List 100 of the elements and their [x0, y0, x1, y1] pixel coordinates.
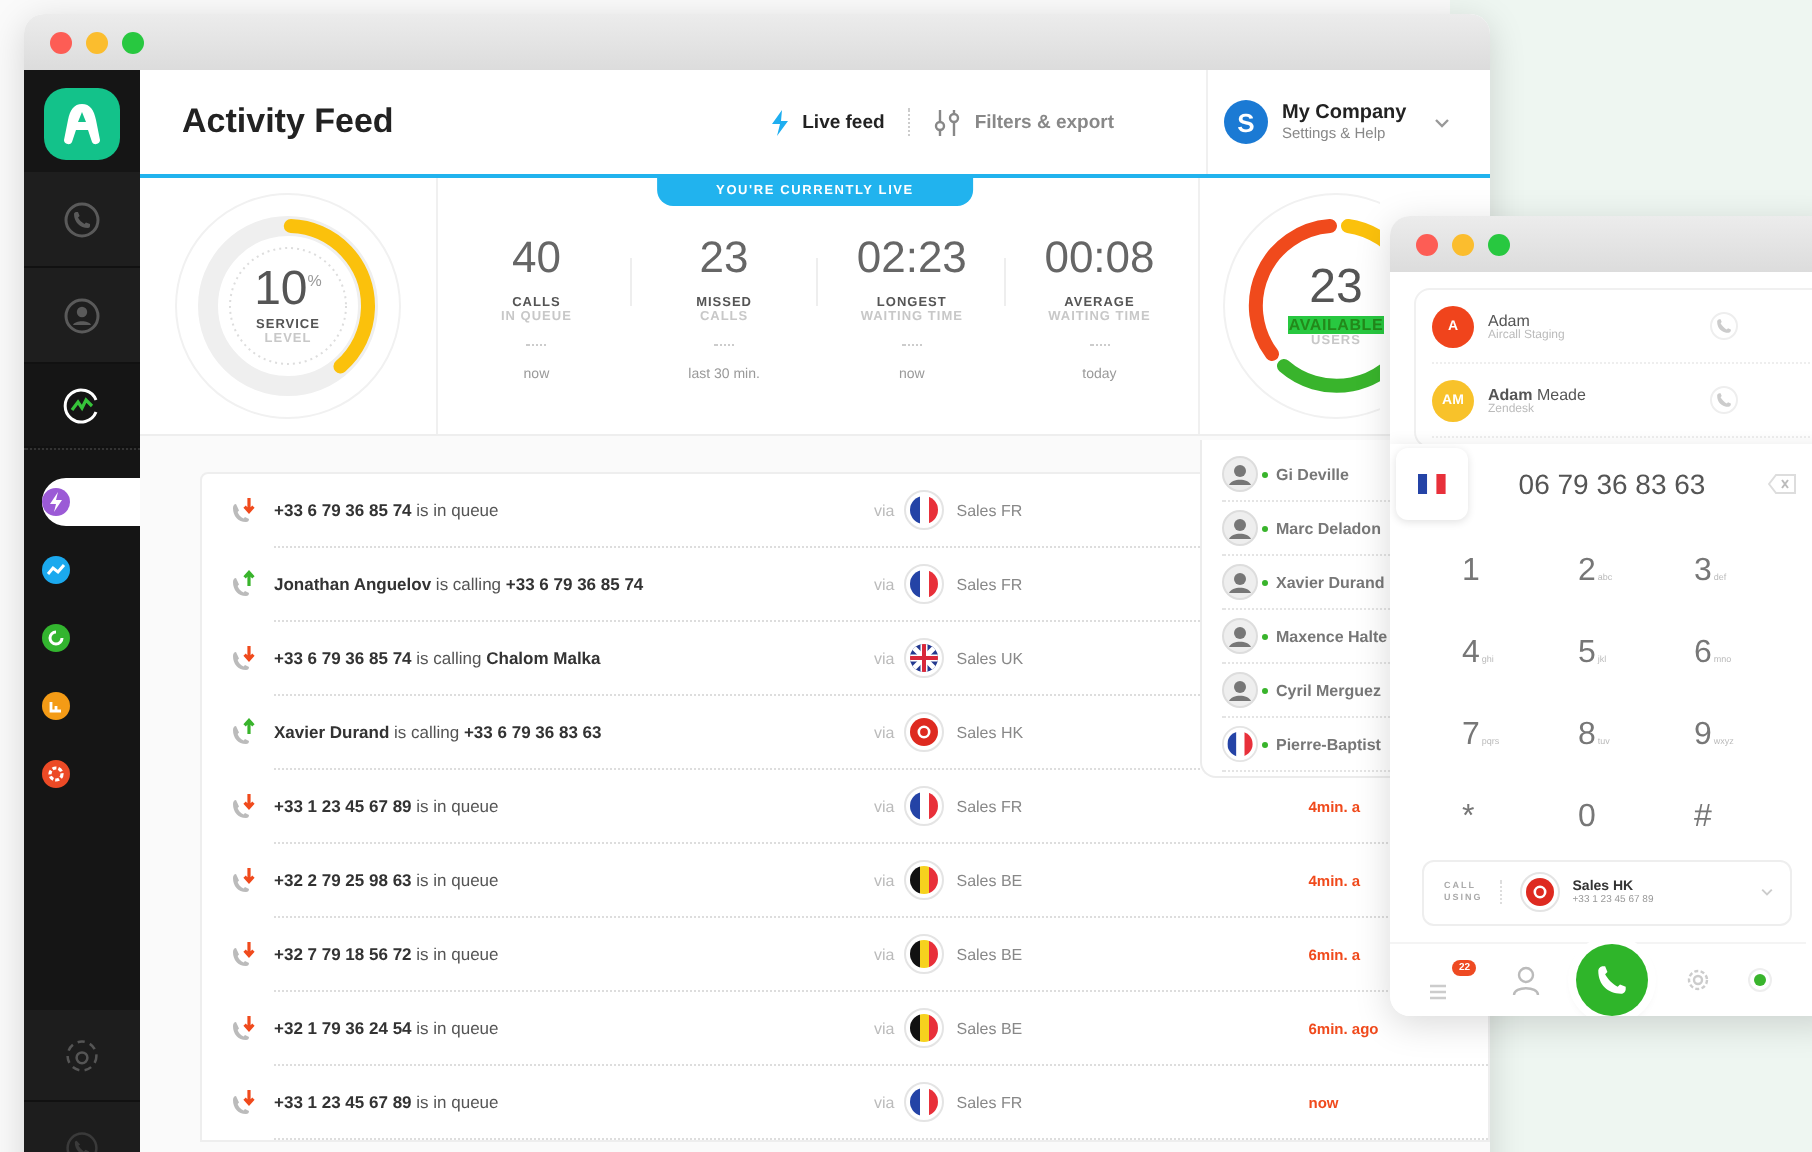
keypad-key[interactable]: 0: [1550, 787, 1666, 852]
flag-icon: [1520, 872, 1561, 913]
feed-message: +32 2 79 25 98 63 is in queue: [274, 870, 501, 890]
team-name: Sales FR: [956, 575, 1023, 593]
team-button[interactable]: [24, 1010, 140, 1102]
flag-icon: [904, 564, 945, 604]
online-status-icon: [1262, 579, 1268, 585]
filters-tab[interactable]: Filters & export: [934, 109, 1114, 135]
maximize-button[interactable]: [1488, 233, 1510, 255]
minimize-button[interactable]: [86, 31, 108, 53]
incoming-call-icon: [230, 866, 258, 894]
keypad-key[interactable]: #: [1666, 787, 1782, 852]
section-button[interactable]: [42, 478, 140, 526]
maximize-button[interactable]: [122, 31, 144, 53]
clear-button[interactable]: [1768, 469, 1796, 500]
incoming-call-icon: [230, 940, 258, 968]
settings-button[interactable]: [1684, 966, 1712, 994]
stat-value: 02:23: [856, 231, 967, 283]
keypad-key[interactable]: *: [1434, 787, 1550, 852]
contacts-button[interactable]: [1512, 965, 1540, 995]
minimize-button[interactable]: [1452, 233, 1474, 255]
user-avatar: [1222, 564, 1258, 600]
via-label: via: [874, 1093, 895, 1111]
stat-label: AVAILABLE: [1288, 316, 1384, 334]
user-name[interactable]: Gi Deville: [1276, 465, 1349, 483]
availability-status-button[interactable]: [1748, 968, 1772, 992]
feed-message: +33 1 23 45 67 89 is in queue: [274, 796, 501, 816]
user-name[interactable]: Maxence Halte: [1276, 627, 1388, 645]
team-name: Sales FR: [956, 797, 1023, 815]
user-avatar: [1222, 618, 1258, 654]
activity-icon: [62, 385, 102, 425]
user-icon: [62, 295, 102, 335]
online-status-icon: [1262, 741, 1268, 747]
flag-icon: [904, 490, 945, 530]
feed-message: +32 1 79 36 24 54 is in queue: [274, 1018, 501, 1038]
person-icon: [1512, 965, 1540, 995]
chevron-down-icon: [1434, 117, 1450, 127]
user-name[interactable]: Pierre-Baptist: [1276, 735, 1381, 753]
user-name[interactable]: Marc Deladon: [1276, 519, 1381, 537]
flag-icon: [904, 934, 945, 974]
available-users-value: 23: [1309, 264, 1363, 312]
team-name: Sales BE: [956, 871, 1023, 889]
contact-name[interactable]: Adam Meade: [1488, 385, 1696, 403]
flag-icon: [904, 638, 945, 678]
feed-message: +32 7 79 18 56 72 is in queue: [274, 944, 501, 964]
flag-icon: [904, 860, 945, 900]
feed-message: Jonathan Anguelov is calling +33 6 79 36 85 74: [274, 574, 646, 594]
lightning-icon: [770, 109, 791, 135]
page-title: Activity Feed: [182, 102, 396, 142]
dialed-number: 06 79 36 83 63: [1516, 468, 1708, 501]
stat-value: 00:08: [1044, 231, 1155, 283]
flag-icon: [904, 786, 945, 826]
incoming-call-icon: [230, 792, 258, 820]
contact-name[interactable]: Adam: [1488, 311, 1696, 329]
via-label: via: [874, 649, 895, 667]
call-contact-button[interactable]: [1710, 312, 1738, 340]
flag-icon: [904, 1082, 945, 1122]
feed-message: Xavier Durand is calling +33 6 79 36 83 63: [274, 722, 604, 742]
feed-message: +33 1 23 45 67 89 is in queue: [274, 1092, 501, 1112]
backspace-icon: [1768, 473, 1796, 494]
online-status-icon: [1748, 968, 1772, 992]
incoming-call-icon: [230, 644, 258, 672]
call-button[interactable]: [1576, 944, 1648, 1016]
via-label: via: [874, 1019, 895, 1037]
team-name: Sales BE: [956, 945, 1023, 963]
phone-icon: [1596, 964, 1628, 996]
service-level-value: 10: [254, 262, 308, 316]
online-status-icon: [1262, 471, 1268, 477]
close-button[interactable]: [1416, 233, 1438, 255]
via-label: via: [874, 871, 895, 889]
online-status-icon: [1262, 687, 1268, 693]
percent-sign: %: [307, 272, 322, 290]
app-logo[interactable]: [44, 88, 120, 160]
call-contact-button[interactable]: [1710, 386, 1738, 414]
phone-icon: [1716, 318, 1732, 334]
user-name[interactable]: Cyril Merguez: [1276, 681, 1381, 699]
via-label: via: [874, 501, 895, 519]
stat-value: 40: [511, 231, 561, 283]
team-name: Sales BE: [956, 1019, 1023, 1037]
close-button[interactable]: [50, 31, 72, 53]
live-feed-tab[interactable]: Live feed: [770, 109, 885, 135]
company-name: My Company: [1282, 102, 1407, 124]
user-name[interactable]: Xavier Durand: [1276, 573, 1385, 591]
flag-icon: [1222, 726, 1258, 762]
user-avatar: [1222, 456, 1258, 492]
flag-icon: [1416, 472, 1448, 497]
team-icon: [64, 1037, 100, 1073]
sliders-icon: [934, 109, 963, 135]
outgoing-call-icon: [230, 570, 258, 598]
settings-icon: [1684, 966, 1712, 994]
feed-message: +33 6 79 36 85 74 is in queue: [274, 500, 501, 520]
team-name: Sales UK: [956, 649, 1024, 667]
stat-value: 23: [699, 231, 749, 283]
feed-message: +33 6 79 36 85 74 is calling Chalom Malka: [274, 648, 603, 668]
flag-icon: [904, 712, 945, 752]
online-status-icon: [1262, 633, 1268, 639]
team-name: Sales FR: [956, 1093, 1023, 1111]
incoming-call-icon: [230, 496, 258, 524]
keypad-key[interactable]: 1: [1434, 541, 1550, 606]
user-avatar: [1222, 672, 1258, 708]
